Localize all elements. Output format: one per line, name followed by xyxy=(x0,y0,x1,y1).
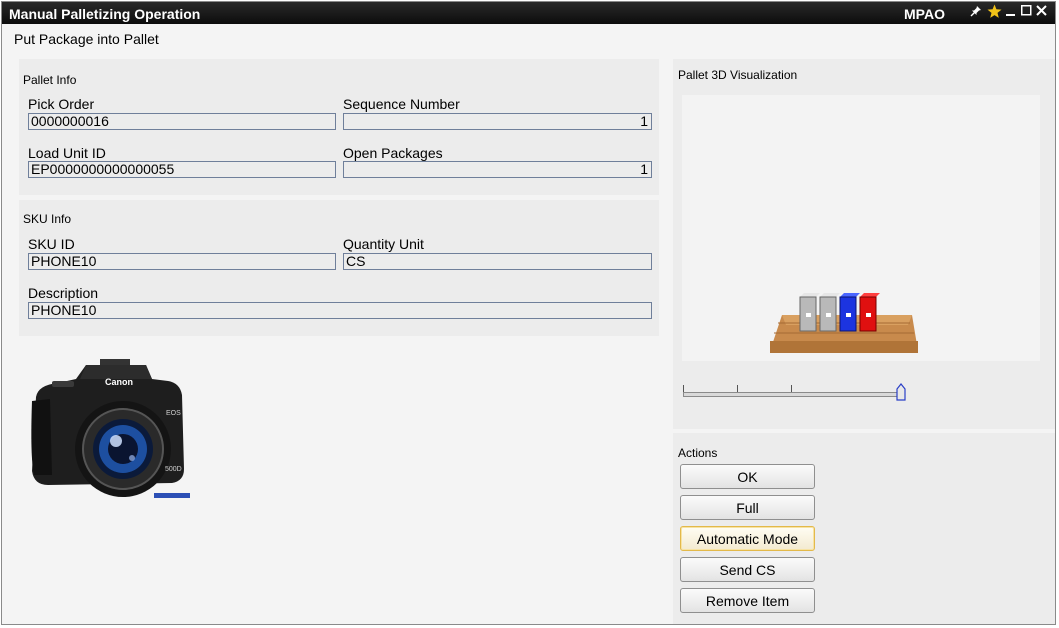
actions-title: Actions xyxy=(678,446,718,460)
slider-tick xyxy=(791,385,792,392)
remove-item-button[interactable]: Remove Item xyxy=(680,588,815,613)
maximize-icon[interactable] xyxy=(1021,5,1032,19)
layer-slider-thumb[interactable] xyxy=(896,383,906,401)
page-subtitle: Put Package into Pallet xyxy=(14,31,159,47)
transaction-code: MPAO xyxy=(904,6,945,22)
sequence-number-field[interactable]: 1 xyxy=(343,113,652,130)
load-unit-id-field[interactable]: EP0000000000000055 xyxy=(28,161,336,178)
visualization-title: Pallet 3D Visualization xyxy=(678,68,798,82)
sku-id-label: SKU ID xyxy=(28,236,75,252)
ok-button[interactable]: OK xyxy=(680,464,815,489)
full-button[interactable]: Full xyxy=(680,495,815,520)
close-icon[interactable] xyxy=(1036,5,1047,19)
send-cs-button[interactable]: Send CS xyxy=(680,557,815,582)
layer-slider-track[interactable] xyxy=(683,392,901,397)
pick-order-label: Pick Order xyxy=(28,96,95,112)
sku-id-field[interactable]: PHONE10 xyxy=(28,253,336,270)
quantity-unit-label: Quantity Unit xyxy=(343,236,424,252)
pallet-info-title: Pallet Info xyxy=(23,73,77,87)
window: Manual Palletizing Operation MPAO Put Pa… xyxy=(1,1,1056,625)
description-label: Description xyxy=(28,285,99,301)
sequence-number-label: Sequence Number xyxy=(343,96,460,112)
pin-icon[interactable] xyxy=(970,5,982,20)
star-icon[interactable] xyxy=(987,4,1002,22)
sku-info-title: SKU Info xyxy=(23,212,72,226)
load-unit-id-label: Load Unit ID xyxy=(28,145,106,161)
pick-order-field[interactable]: 0000000016 xyxy=(28,113,336,130)
camera-model-mark: EOS xyxy=(166,410,181,417)
open-packages-field[interactable]: 1 xyxy=(343,161,652,178)
pallet-3d-drawing xyxy=(770,293,918,353)
window-title: Manual Palletizing Operation xyxy=(9,6,201,22)
title-bar: Manual Palletizing Operation MPAO xyxy=(2,2,1055,24)
pallet-3d-view[interactable] xyxy=(682,95,1040,361)
automatic-mode-button[interactable]: Automatic Mode xyxy=(680,526,815,551)
product-camera-image: Canon EOS 500D xyxy=(31,359,190,498)
camera-model-number: 500D xyxy=(165,466,182,473)
slider-tick xyxy=(737,385,738,392)
camera-brand-text: Canon xyxy=(105,377,133,387)
quantity-unit-field[interactable]: CS xyxy=(343,253,652,270)
slider-tick xyxy=(683,385,684,392)
description-field[interactable]: PHONE10 xyxy=(28,302,652,319)
minimize-icon[interactable] xyxy=(1006,5,1016,20)
open-packages-label: Open Packages xyxy=(343,145,443,161)
